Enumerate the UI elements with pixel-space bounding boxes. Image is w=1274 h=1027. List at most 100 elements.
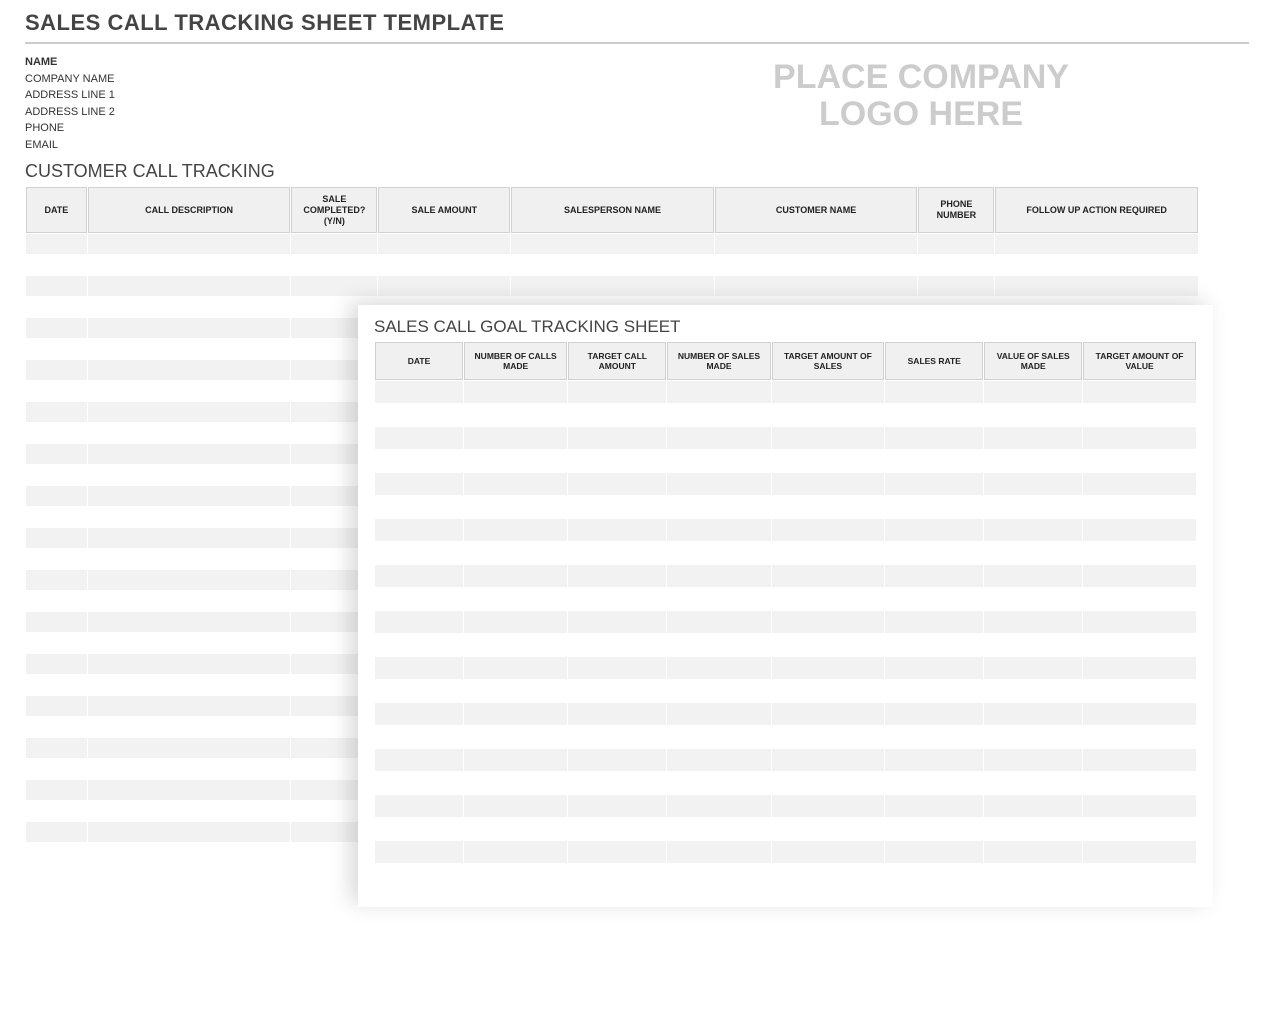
table-cell — [26, 780, 87, 800]
table-cell — [667, 473, 770, 495]
table-cell — [885, 427, 983, 449]
table-cell — [375, 841, 463, 863]
table-cell — [464, 749, 567, 771]
gcol-target-sales: TARGET AMOUNT OF SALES — [772, 342, 885, 380]
table-cell — [88, 549, 291, 569]
table-cell — [772, 519, 885, 541]
table-cell — [885, 749, 983, 771]
table-cell — [1083, 864, 1196, 886]
table-cell — [375, 680, 463, 702]
table-cell — [375, 588, 463, 610]
table-cell — [375, 749, 463, 771]
table-cell — [568, 450, 666, 472]
table-cell — [88, 528, 291, 548]
table-cell — [464, 703, 567, 725]
table-cell — [984, 496, 1082, 518]
table-cell — [667, 565, 770, 587]
table-cell — [88, 822, 291, 842]
table-row — [375, 588, 1196, 610]
table-cell — [1083, 404, 1196, 426]
table-cell — [772, 565, 885, 587]
phone-line: PHONE — [25, 120, 115, 137]
table-cell — [88, 381, 291, 401]
table-row — [375, 726, 1196, 748]
address-line-1: ADDRESS LINE 1 — [25, 87, 115, 104]
table-cell — [88, 591, 291, 611]
table-cell — [88, 297, 291, 317]
table-cell — [984, 749, 1082, 771]
table-cell — [984, 841, 1082, 863]
table-cell — [464, 657, 567, 679]
table-cell — [1083, 450, 1196, 472]
table-cell — [984, 772, 1082, 794]
table-cell — [464, 634, 567, 656]
table-cell — [667, 381, 770, 403]
gcol-sales-made: NUMBER OF SALES MADE — [667, 342, 770, 380]
table-cell — [88, 843, 291, 863]
main-title: SALES CALL TRACKING SHEET TEMPLATE — [25, 10, 1249, 44]
table-cell — [885, 818, 983, 840]
table-cell — [918, 276, 994, 296]
table-cell — [995, 234, 1198, 254]
table-cell — [568, 864, 666, 886]
table-cell — [772, 450, 885, 472]
table-cell — [88, 696, 291, 716]
table-cell — [984, 404, 1082, 426]
table-cell — [885, 864, 983, 886]
table-cell — [464, 795, 567, 817]
table-cell — [568, 772, 666, 794]
table-cell — [88, 360, 291, 380]
table-cell — [291, 276, 377, 296]
table-cell — [291, 234, 377, 254]
table-row — [375, 703, 1196, 725]
table-cell — [1083, 473, 1196, 495]
gcol-target-call: TARGET CALL AMOUNT — [568, 342, 666, 380]
table-cell — [26, 549, 87, 569]
table-row — [375, 496, 1196, 518]
table-cell — [375, 519, 463, 541]
table-cell — [26, 633, 87, 653]
table-cell — [772, 841, 885, 863]
table-cell — [464, 726, 567, 748]
table-cell — [715, 276, 918, 296]
table-cell — [88, 444, 291, 464]
table-cell — [26, 738, 87, 758]
table-cell — [667, 864, 770, 886]
table-cell — [464, 496, 567, 518]
table-cell — [1083, 841, 1196, 863]
gcol-target-value: TARGET AMOUNT OF VALUE — [1083, 342, 1196, 380]
table-cell — [885, 542, 983, 564]
table-cell — [885, 450, 983, 472]
col-follow-up: FOLLOW UP ACTION REQUIRED — [995, 187, 1198, 233]
table-cell — [1083, 657, 1196, 679]
table-cell — [26, 717, 87, 737]
table-cell — [772, 542, 885, 564]
table-cell — [984, 634, 1082, 656]
table-row — [375, 772, 1196, 794]
table-cell — [772, 404, 885, 426]
table-cell — [1083, 726, 1196, 748]
table-cell — [772, 657, 885, 679]
table-cell — [26, 381, 87, 401]
table-cell — [885, 841, 983, 863]
table-cell — [511, 234, 714, 254]
table-cell — [26, 255, 87, 275]
table-cell — [464, 542, 567, 564]
table-cell — [984, 795, 1082, 817]
table-cell — [375, 703, 463, 725]
table-cell — [1083, 772, 1196, 794]
table-row — [375, 680, 1196, 702]
table-cell — [772, 864, 885, 886]
table-cell — [885, 657, 983, 679]
goal-tracking-table: DATE NUMBER OF CALLS MADE TARGET CALL AM… — [374, 341, 1197, 887]
table-cell — [88, 738, 291, 758]
table-cell — [1083, 381, 1196, 403]
table-cell — [375, 634, 463, 656]
table-cell — [1083, 565, 1196, 587]
table-cell — [772, 427, 885, 449]
table-cell — [772, 381, 885, 403]
table-cell — [88, 717, 291, 737]
table-cell — [667, 634, 770, 656]
table-cell — [995, 255, 1198, 275]
col-sale-amount: SALE AMOUNT — [378, 187, 510, 233]
